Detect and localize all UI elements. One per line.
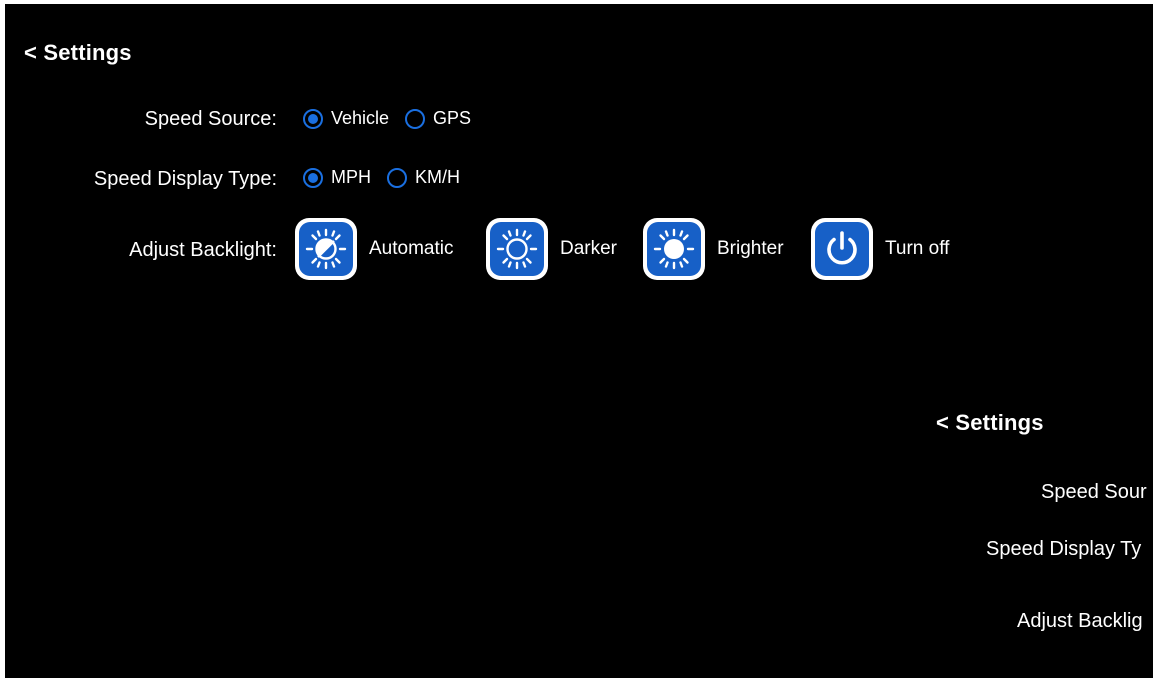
radio-checked-icon [303, 108, 323, 129]
speed-source-vehicle-radio[interactable]: Vehicle [303, 108, 389, 129]
radio-label: KM/H [415, 167, 460, 187]
speed-display-mph-radio[interactable]: MPH [303, 167, 371, 188]
speed-display-type-options: MPH KM/H [303, 167, 476, 188]
radio-label: MPH [331, 167, 371, 187]
adjust-backlight-label: Adjust Backlight: [129, 239, 277, 261]
backlight-button-label: Brighter [717, 238, 784, 259]
speed-source-gps-radio[interactable]: GPS [405, 108, 471, 129]
backlight-auto-icon [295, 218, 357, 280]
backlight-button-label: Automatic [369, 238, 454, 259]
echo-adjust-backlight-label: Adjust Backlig [1017, 610, 1143, 632]
speed-source-label: Speed Source: [144, 108, 277, 130]
backlight-automatic-button[interactable]: Automatic [295, 218, 453, 280]
backlight-turn-off-button[interactable]: Turn off [811, 218, 949, 280]
speed-display-kmh-radio[interactable]: KM/H [387, 167, 460, 188]
backlight-button-label: Turn off [885, 238, 950, 259]
backlight-brighter-button[interactable]: Brighter [643, 218, 784, 280]
radio-checked-icon [303, 167, 323, 188]
radio-unchecked-icon [405, 108, 426, 129]
speed-source-options: Vehicle GPS [303, 108, 487, 129]
power-icon [811, 218, 873, 280]
echo-speed-display-type-label: Speed Display Ty [986, 538, 1142, 560]
radio-label: GPS [433, 108, 472, 128]
sun-filled-icon [643, 218, 705, 280]
back-to-settings-button[interactable]: < Settings [24, 40, 132, 66]
echo-speed-source-label: Speed Sour [1041, 481, 1147, 503]
radio-unchecked-icon [387, 167, 407, 188]
settings-screen: < Settings Speed Source: Vehicle GPS Spe… [5, 4, 1153, 678]
radio-label: Vehicle [331, 108, 390, 128]
backlight-button-label: Darker [560, 238, 618, 259]
speed-display-type-label: Speed Display Type: [93, 168, 277, 190]
sun-outline-icon [486, 218, 548, 280]
backlight-darker-button[interactable]: Darker [486, 218, 617, 280]
echo-back-to-settings-button[interactable]: < Settings [936, 410, 1044, 436]
